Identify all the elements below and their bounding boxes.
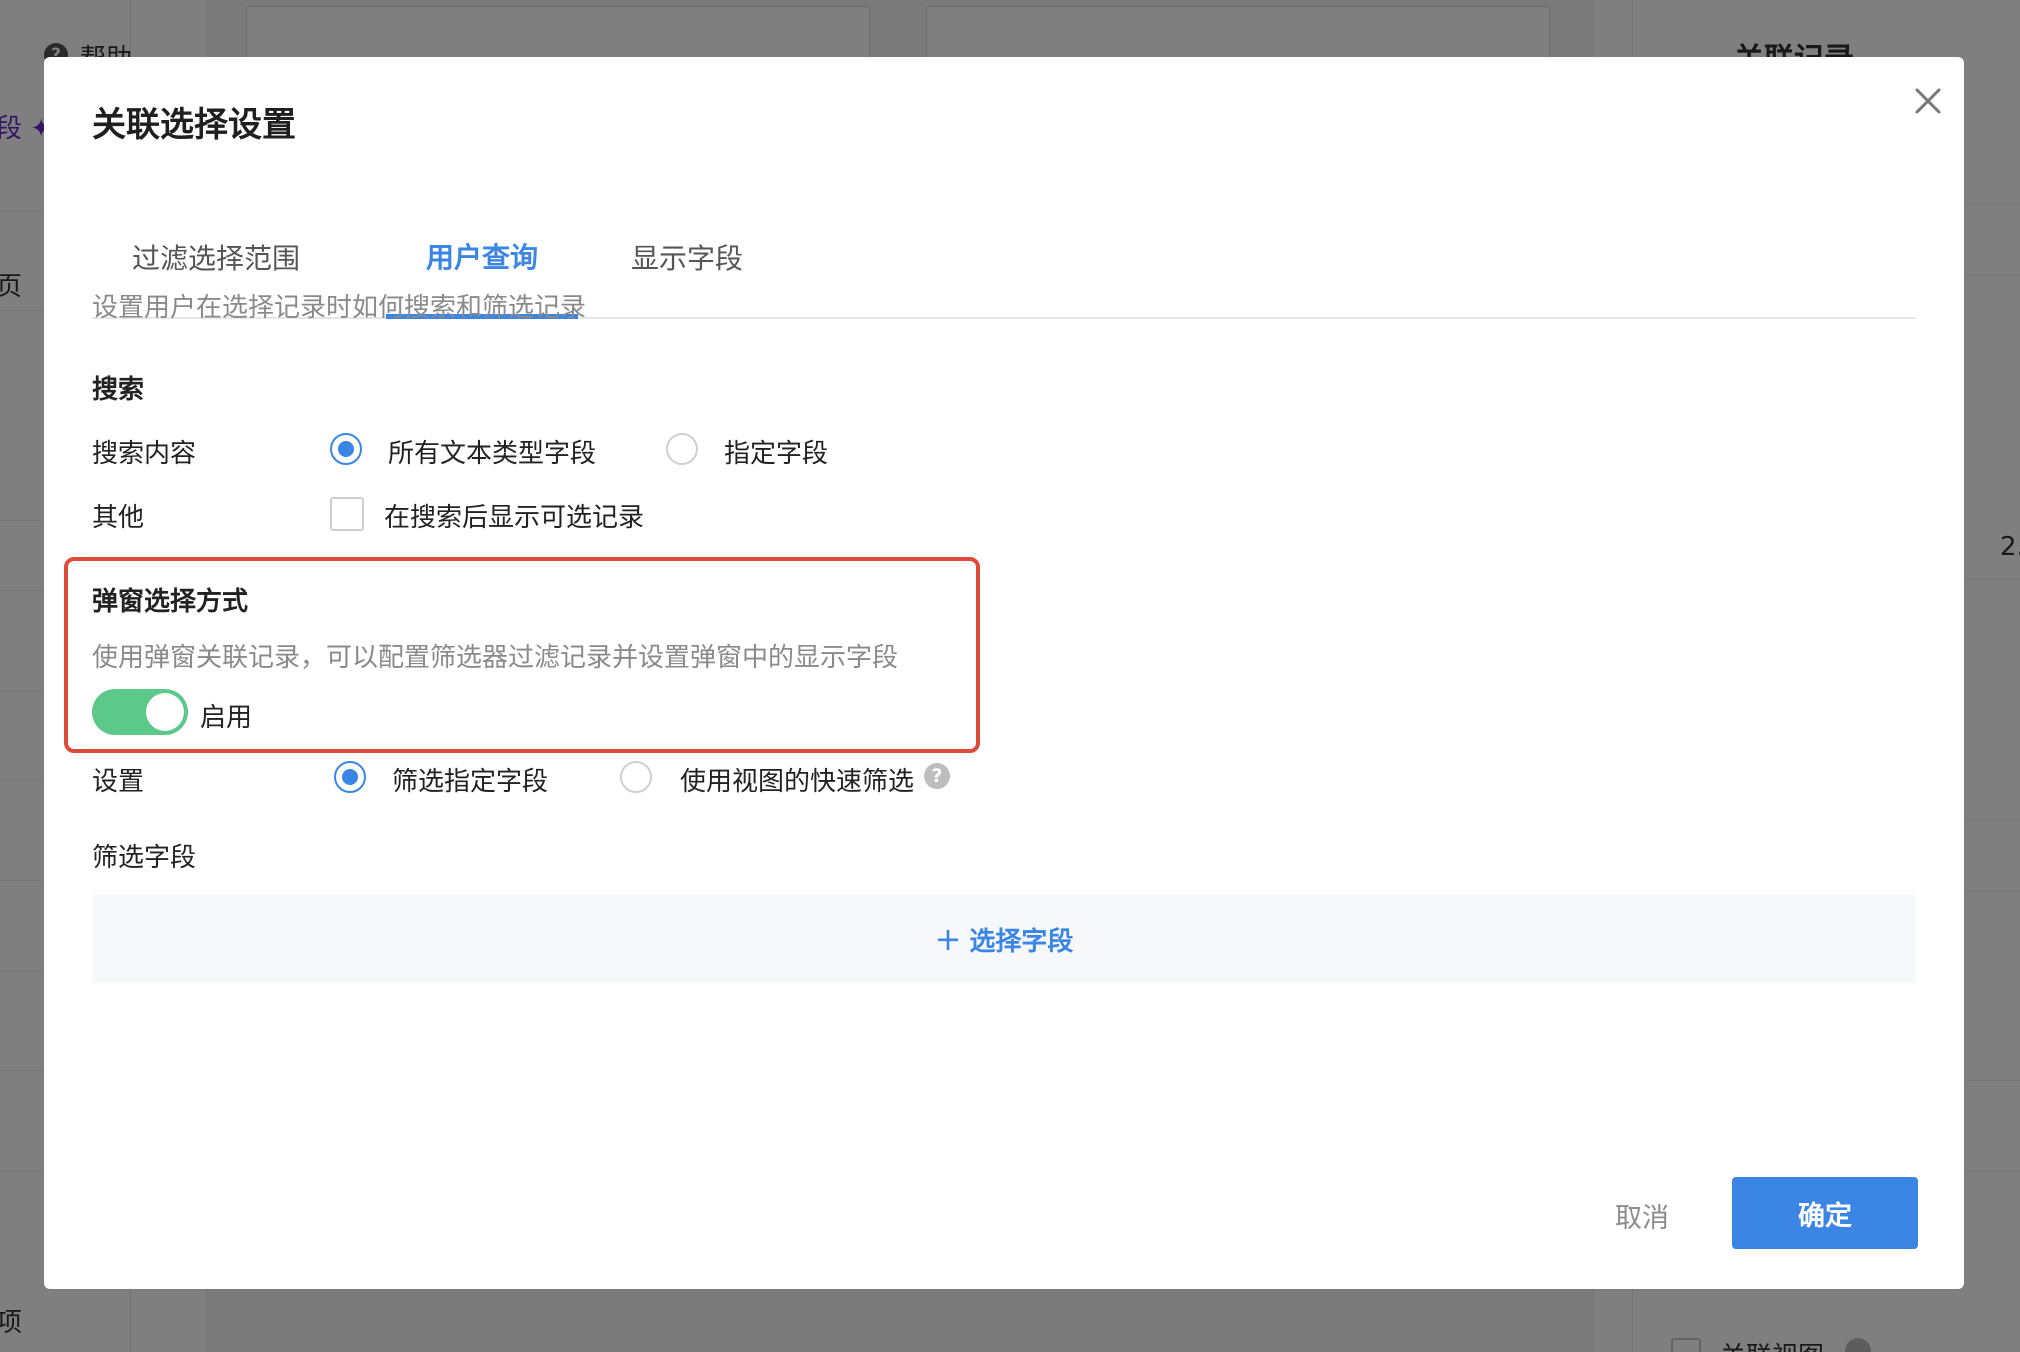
confirm-button[interactable]: 确定 — [1732, 1177, 1918, 1249]
filter-fields-label: 筛选字段 — [92, 843, 197, 873]
popup-section-title: 弹窗选择方式 — [92, 587, 249, 617]
radio-view-quick-filter-label[interactable]: 使用视图的快速筛选 — [680, 761, 914, 798]
search-content-label: 搜索内容 — [92, 439, 197, 469]
radio-specified-fields-label[interactable]: 指定字段 — [724, 433, 828, 470]
settings-label: 设置 — [92, 767, 145, 797]
radio-all-text-fields-label[interactable]: 所有文本类型字段 — [388, 433, 596, 470]
filter-fields-box: + 选择字段 — [92, 895, 1916, 983]
select-field-label: 选择字段 — [969, 926, 1074, 957]
other-label: 其他 — [92, 503, 145, 533]
tab-display-fields[interactable]: 显示字段 — [602, 197, 772, 317]
popup-enable-label: 启用 — [200, 703, 253, 733]
toggle-knob — [146, 693, 184, 731]
close-button[interactable] — [1904, 77, 1952, 125]
radio-specified-fields[interactable] — [666, 433, 698, 465]
tab-description: 设置用户在选择记录时如何搜索和筛选记录 — [92, 293, 587, 323]
association-select-settings-dialog: 关联选择设置 过滤选择范围 用户查询 显示字段 设置用户在选择记录时如何搜索和筛… — [44, 57, 1964, 1289]
radio-filter-specified-fields[interactable] — [334, 761, 366, 793]
radio-view-quick-filter[interactable] — [620, 761, 652, 793]
show-selectable-after-search-checkbox[interactable] — [330, 497, 364, 531]
search-section-title: 搜索 — [92, 375, 145, 405]
help-icon[interactable]: ? — [924, 763, 950, 789]
select-field-button[interactable]: + 选择字段 — [935, 921, 1074, 958]
plus-icon: + — [934, 920, 962, 958]
popup-enable-toggle[interactable] — [92, 689, 188, 735]
close-icon — [1915, 88, 1941, 114]
popup-section-description: 使用弹窗关联记录，可以配置筛选器过滤记录并设置弹窗中的显示字段 — [92, 643, 899, 673]
cancel-button[interactable]: 取消 — [1582, 1179, 1702, 1251]
dialog-title: 关联选择设置 — [92, 105, 296, 145]
show-selectable-after-search-label[interactable]: 在搜索后显示可选记录 — [384, 497, 644, 534]
radio-filter-specified-fields-label[interactable]: 筛选指定字段 — [392, 761, 548, 798]
radio-all-text-fields[interactable] — [330, 433, 362, 465]
